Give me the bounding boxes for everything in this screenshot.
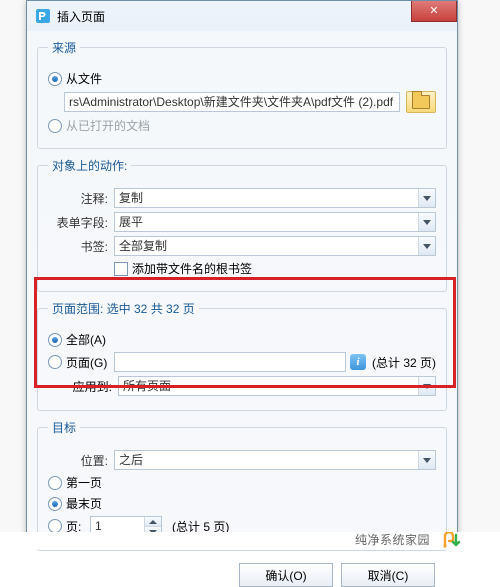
range-all-row: 全部(A)	[48, 331, 436, 348]
actions-group: 对象上的动作: 注释: 复制 表单字段: 展平 书签:	[37, 157, 447, 292]
position-label: 位置:	[48, 452, 114, 469]
position-row: 位置: 之后	[48, 450, 436, 470]
apply-to-combo[interactable]: 所有页面	[118, 376, 436, 396]
from-open-docs-row: 从已打开的文档	[48, 117, 436, 134]
from-file-radio[interactable]	[48, 72, 62, 86]
from-file-label[interactable]: 从文件	[66, 70, 102, 87]
insert-pages-dialog: 插入页面 ✕ 来源 从文件 rs\Administrator\Desktop\新…	[26, 0, 458, 534]
last-page-radio[interactable]	[48, 497, 62, 511]
source-group: 来源 从文件 rs\Administrator\Desktop\新建文件夹\文件…	[37, 39, 447, 149]
window-title: 插入页面	[57, 8, 105, 25]
add-root-bookmark-checkbox[interactable]	[114, 262, 128, 276]
range-pages-radio[interactable]	[48, 355, 62, 369]
spin-up-button[interactable]	[145, 517, 161, 527]
page-range-legend-prefix: 页面范围:	[52, 302, 107, 316]
range-total-text: (总计 32 页)	[372, 354, 436, 371]
file-path-input[interactable]: rs\Administrator\Desktop\新建文件夹\文件夹A\pdf文…	[64, 92, 400, 112]
chevron-down-icon	[418, 213, 435, 231]
formfield-row: 表单字段: 展平	[48, 212, 436, 232]
annot-value: 复制	[119, 191, 143, 205]
range-pages-input[interactable]	[114, 352, 346, 372]
watermark-icon	[436, 532, 464, 548]
bookmark-check-row: 添加带文件名的根书签	[48, 260, 436, 277]
info-icon[interactable]: i	[350, 354, 366, 370]
apply-to-value: 所有页面	[123, 379, 171, 393]
chevron-up-icon	[149, 520, 157, 524]
range-all-radio[interactable]	[48, 333, 62, 347]
from-open-docs-radio[interactable]	[48, 119, 62, 133]
bookmark-label: 书签:	[48, 238, 114, 255]
formfield-combo[interactable]: 展平	[114, 212, 436, 232]
actions-legend: 对象上的动作:	[48, 157, 131, 174]
ok-button[interactable]: 确认(O)	[239, 563, 333, 587]
chevron-down-icon	[418, 451, 435, 469]
formfield-label: 表单字段:	[48, 214, 114, 231]
close-icon: ✕	[429, 6, 438, 17]
target-legend: 目标	[48, 419, 80, 436]
position-value: 之后	[119, 453, 143, 467]
page-range-group: 页面范围: 选中 32 共 32 页 全部(A) 页面(G) i (总计 32 …	[37, 300, 447, 411]
range-pages-label[interactable]: 页面(G)	[66, 354, 114, 371]
watermark-text: 纯净系统家园	[355, 531, 430, 548]
app-icon	[35, 8, 51, 24]
chevron-down-icon	[418, 377, 435, 395]
bookmark-combo[interactable]: 全部复制	[114, 236, 436, 256]
from-open-docs-label[interactable]: 从已打开的文档	[66, 117, 150, 134]
add-root-bookmark-label[interactable]: 添加带文件名的根书签	[132, 260, 252, 277]
last-page-label[interactable]: 最末页	[66, 495, 102, 512]
range-all-label[interactable]: 全部(A)	[66, 331, 106, 348]
position-combo[interactable]: 之后	[114, 450, 436, 470]
last-page-row: 最末页	[48, 495, 436, 512]
titlebar[interactable]: 插入页面 ✕	[27, 1, 457, 31]
file-path-row: rs\Administrator\Desktop\新建文件夹\文件夹A\pdf文…	[48, 91, 436, 113]
first-page-radio[interactable]	[48, 476, 62, 490]
annot-label: 注释:	[48, 190, 114, 207]
annot-row: 注释: 复制	[48, 188, 436, 208]
page-number-radio[interactable]	[48, 519, 62, 533]
bookmark-row: 书签: 全部复制	[48, 236, 436, 256]
folder-icon	[412, 95, 430, 109]
browse-button[interactable]	[406, 91, 436, 113]
bookmark-value: 全部复制	[119, 239, 167, 253]
formfield-value: 展平	[119, 215, 143, 229]
annot-combo[interactable]: 复制	[114, 188, 436, 208]
apply-to-label: 应用到:	[48, 378, 118, 395]
page-range-legend: 页面范围: 选中 32 共 32 页	[48, 300, 199, 317]
chevron-down-icon	[418, 237, 435, 255]
page-range-legend-mid: 选中 32 共 32 页	[107, 302, 195, 316]
dialog-buttons: 确认(O) 取消(C)	[37, 559, 447, 587]
range-pages-row: 页面(G) i (总计 32 页)	[48, 352, 436, 372]
cancel-button[interactable]: 取消(C)	[341, 563, 435, 587]
first-page-label[interactable]: 第一页	[66, 474, 102, 491]
first-page-row: 第一页	[48, 474, 436, 491]
source-legend: 来源	[48, 39, 80, 56]
from-file-row: 从文件	[48, 70, 436, 87]
apply-to-row: 应用到: 所有页面	[48, 376, 436, 396]
chevron-down-icon	[418, 189, 435, 207]
close-button[interactable]: ✕	[411, 1, 457, 22]
